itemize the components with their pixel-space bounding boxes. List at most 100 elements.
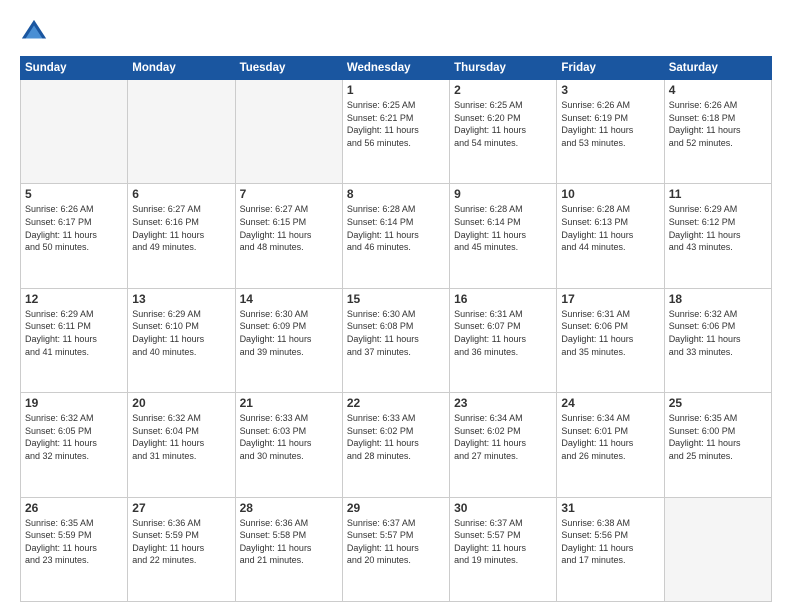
weekday-friday: Friday xyxy=(557,57,664,80)
calendar-cell: 29Sunrise: 6:37 AM Sunset: 5:57 PM Dayli… xyxy=(342,497,449,601)
week-row-0: 1 Sunrise: 6:25 AM Sunset: 6:21 PM Daylig… xyxy=(21,80,772,184)
calendar-cell: 1 Sunrise: 6:25 AM Sunset: 6:21 PM Daylig… xyxy=(342,80,449,184)
day-number: 22 xyxy=(347,396,445,410)
day-number: 15 xyxy=(347,292,445,306)
cell-info: Sunrise: 6:28 AM Sunset: 6:14 PM Dayligh… xyxy=(454,203,552,253)
cell-info: Sunrise: 6:29 AM Sunset: 6:12 PM Dayligh… xyxy=(669,203,767,253)
cell-info: Sunrise: 6:32 AM Sunset: 6:04 PM Dayligh… xyxy=(132,412,230,462)
day-number: 26 xyxy=(25,501,123,515)
day-number: 23 xyxy=(454,396,552,410)
calendar-cell: 21 Sunrise: 6:33 AM Sunset: 6:03 PM Dayli… xyxy=(235,393,342,497)
calendar-cell: 3 Sunrise: 6:26 AM Sunset: 6:19 PM Daylig… xyxy=(557,80,664,184)
cell-info: Sunrise: 6:27 AM Sunset: 6:16 PM Dayligh… xyxy=(132,203,230,253)
day-number: 25 xyxy=(669,396,767,410)
cell-info: Sunrise: 6:28 AM Sunset: 6:14 PM Dayligh… xyxy=(347,203,445,253)
page: SundayMondayTuesdayWednesdayThursdayFrid… xyxy=(0,0,792,612)
calendar-cell: 5 Sunrise: 6:26 AM Sunset: 6:17 PM Daylig… xyxy=(21,184,128,288)
cell-info: Sunrise: 6:29 AM Sunset: 6:11 PM Dayligh… xyxy=(25,308,123,358)
weekday-thursday: Thursday xyxy=(450,57,557,80)
cell-info: Sunrise: 6:30 AM Sunset: 6:08 PM Dayligh… xyxy=(347,308,445,358)
day-number: 6 xyxy=(132,187,230,201)
day-number: 1 xyxy=(347,83,445,97)
calendar-cell: 8 Sunrise: 6:28 AM Sunset: 6:14 PM Daylig… xyxy=(342,184,449,288)
calendar-cell: 28Sunrise: 6:36 AM Sunset: 5:58 PM Dayli… xyxy=(235,497,342,601)
day-number: 21 xyxy=(240,396,338,410)
calendar-cell: 24 Sunrise: 6:34 AM Sunset: 6:01 PM Dayli… xyxy=(557,393,664,497)
day-number: 16 xyxy=(454,292,552,306)
cell-info: Sunrise: 6:34 AM Sunset: 6:01 PM Dayligh… xyxy=(561,412,659,462)
calendar-cell: 31 Sunrise: 6:38 AM Sunset: 5:56 PM Dayli… xyxy=(557,497,664,601)
cell-info: Sunrise: 6:27 AM Sunset: 6:15 PM Dayligh… xyxy=(240,203,338,253)
cell-info: Sunrise: 6:26 AM Sunset: 6:17 PM Dayligh… xyxy=(25,203,123,253)
day-number: 29 xyxy=(347,501,445,515)
day-number: 10 xyxy=(561,187,659,201)
calendar-cell: 7 Sunrise: 6:27 AM Sunset: 6:15 PM Daylig… xyxy=(235,184,342,288)
cell-info: Sunrise: 6:34 AM Sunset: 6:02 PM Dayligh… xyxy=(454,412,552,462)
calendar-cell: 17 Sunrise: 6:31 AM Sunset: 6:06 PM Dayli… xyxy=(557,288,664,392)
calendar-cell: 14 Sunrise: 6:30 AM Sunset: 6:09 PM Dayli… xyxy=(235,288,342,392)
day-number: 27 xyxy=(132,501,230,515)
cell-info: Sunrise: 6:32 AM Sunset: 6:05 PM Dayligh… xyxy=(25,412,123,462)
calendar-cell: 22 Sunrise: 6:33 AM Sunset: 6:02 PM Dayli… xyxy=(342,393,449,497)
cell-info: Sunrise: 6:25 AM Sunset: 6:21 PM Dayligh… xyxy=(347,99,445,149)
cell-info: Sunrise: 6:33 AM Sunset: 6:02 PM Dayligh… xyxy=(347,412,445,462)
cell-info: Sunrise: 6:35 AM Sunset: 5:59 PM Dayligh… xyxy=(25,517,123,567)
cell-info: Sunrise: 6:29 AM Sunset: 6:10 PM Dayligh… xyxy=(132,308,230,358)
cell-info: Sunrise: 6:33 AM Sunset: 6:03 PM Dayligh… xyxy=(240,412,338,462)
calendar-cell: 19 Sunrise: 6:32 AM Sunset: 6:05 PM Dayli… xyxy=(21,393,128,497)
week-row-4: 26 Sunrise: 6:35 AM Sunset: 5:59 PM Dayli… xyxy=(21,497,772,601)
cell-info: Sunrise: 6:26 AM Sunset: 6:19 PM Dayligh… xyxy=(561,99,659,149)
cell-info: Sunrise: 6:35 AM Sunset: 6:00 PM Dayligh… xyxy=(669,412,767,462)
logo xyxy=(20,18,52,46)
calendar-cell: 9Sunrise: 6:28 AM Sunset: 6:14 PM Daylig… xyxy=(450,184,557,288)
day-number: 18 xyxy=(669,292,767,306)
cell-info: Sunrise: 6:38 AM Sunset: 5:56 PM Dayligh… xyxy=(561,517,659,567)
header xyxy=(20,18,772,46)
day-number: 5 xyxy=(25,187,123,201)
calendar-cell: 16Sunrise: 6:31 AM Sunset: 6:07 PM Dayli… xyxy=(450,288,557,392)
day-number: 3 xyxy=(561,83,659,97)
day-number: 11 xyxy=(669,187,767,201)
week-row-1: 5 Sunrise: 6:26 AM Sunset: 6:17 PM Daylig… xyxy=(21,184,772,288)
day-number: 7 xyxy=(240,187,338,201)
calendar-cell: 15 Sunrise: 6:30 AM Sunset: 6:08 PM Dayli… xyxy=(342,288,449,392)
cell-info: Sunrise: 6:37 AM Sunset: 5:57 PM Dayligh… xyxy=(454,517,552,567)
day-number: 19 xyxy=(25,396,123,410)
calendar-cell xyxy=(21,80,128,184)
day-number: 4 xyxy=(669,83,767,97)
cell-info: Sunrise: 6:30 AM Sunset: 6:09 PM Dayligh… xyxy=(240,308,338,358)
cell-info: Sunrise: 6:36 AM Sunset: 5:59 PM Dayligh… xyxy=(132,517,230,567)
cell-info: Sunrise: 6:31 AM Sunset: 6:06 PM Dayligh… xyxy=(561,308,659,358)
day-number: 2 xyxy=(454,83,552,97)
calendar-cell: 10 Sunrise: 6:28 AM Sunset: 6:13 PM Dayli… xyxy=(557,184,664,288)
day-number: 14 xyxy=(240,292,338,306)
day-number: 24 xyxy=(561,396,659,410)
calendar-cell xyxy=(128,80,235,184)
calendar-cell: 11 Sunrise: 6:29 AM Sunset: 6:12 PM Dayli… xyxy=(664,184,771,288)
weekday-header-row: SundayMondayTuesdayWednesdayThursdayFrid… xyxy=(21,57,772,80)
day-number: 13 xyxy=(132,292,230,306)
cell-info: Sunrise: 6:26 AM Sunset: 6:18 PM Dayligh… xyxy=(669,99,767,149)
calendar-cell: 20 Sunrise: 6:32 AM Sunset: 6:04 PM Dayli… xyxy=(128,393,235,497)
cell-info: Sunrise: 6:28 AM Sunset: 6:13 PM Dayligh… xyxy=(561,203,659,253)
day-number: 8 xyxy=(347,187,445,201)
day-number: 12 xyxy=(25,292,123,306)
calendar-cell xyxy=(235,80,342,184)
day-number: 20 xyxy=(132,396,230,410)
logo-icon xyxy=(20,18,48,46)
calendar-cell: 2Sunrise: 6:25 AM Sunset: 6:20 PM Daylig… xyxy=(450,80,557,184)
calendar-cell: 23 Sunrise: 6:34 AM Sunset: 6:02 PM Dayli… xyxy=(450,393,557,497)
calendar-cell: 18 Sunrise: 6:32 AM Sunset: 6:06 PM Dayli… xyxy=(664,288,771,392)
day-number: 31 xyxy=(561,501,659,515)
calendar-cell: 13 Sunrise: 6:29 AM Sunset: 6:10 PM Dayli… xyxy=(128,288,235,392)
week-row-3: 19 Sunrise: 6:32 AM Sunset: 6:05 PM Dayli… xyxy=(21,393,772,497)
weekday-monday: Monday xyxy=(128,57,235,80)
weekday-tuesday: Tuesday xyxy=(235,57,342,80)
calendar-cell: 25 Sunrise: 6:35 AM Sunset: 6:00 PM Dayli… xyxy=(664,393,771,497)
weekday-sunday: Sunday xyxy=(21,57,128,80)
week-row-2: 12 Sunrise: 6:29 AM Sunset: 6:11 PM Dayli… xyxy=(21,288,772,392)
calendar-cell: 6 Sunrise: 6:27 AM Sunset: 6:16 PM Daylig… xyxy=(128,184,235,288)
cell-info: Sunrise: 6:32 AM Sunset: 6:06 PM Dayligh… xyxy=(669,308,767,358)
calendar-cell xyxy=(664,497,771,601)
day-number: 17 xyxy=(561,292,659,306)
